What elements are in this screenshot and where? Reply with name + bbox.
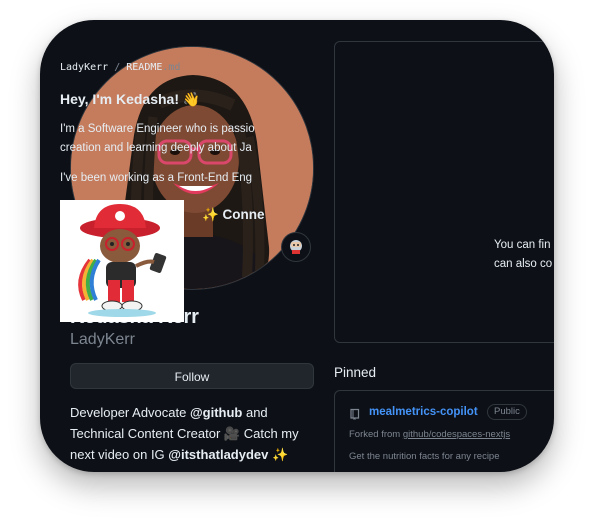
octocat-character-image — [60, 200, 184, 322]
connect-text-1: You can fin — [494, 239, 551, 251]
repo-name-link[interactable]: mealmetrics-copilot — [369, 406, 478, 418]
octocat-illustration — [60, 200, 184, 322]
forked-prefix: Forked from — [349, 429, 403, 440]
bio-line-1: Developer Advocate @github and — [70, 402, 320, 423]
repo-icon — [350, 408, 360, 420]
bio-text: next video on IG — [70, 447, 169, 462]
readme-panel — [334, 41, 554, 343]
readme-paragraph-2: I've been working as a Front-End Eng — [60, 172, 253, 184]
profile-bio: Developer Advocate @github and Technical… — [70, 402, 320, 465]
follow-button[interactable]: Follow — [70, 363, 314, 389]
camera-emoji-icon: 🎥 — [223, 426, 241, 441]
octocat-status-icon — [290, 240, 302, 254]
profile-card: Kedasha Kerr LadyKerr Follow Developer A… — [40, 20, 554, 472]
visibility-badge: Public — [487, 404, 527, 420]
pinned-repo-card: mealmetrics-copilot Public Forked from g… — [334, 390, 554, 472]
bio-line-2: Technical Content Creator 🎥 Catch my — [70, 423, 320, 444]
bio-text: and — [242, 405, 268, 420]
path-separator: / — [114, 62, 121, 73]
readme-file-link[interactable]: README — [126, 62, 162, 73]
forked-from: Forked from github/codespaces-nextjs — [349, 429, 510, 440]
pinned-heading: Pinned — [334, 365, 377, 380]
connect-heading: ✨ Conne — [202, 207, 265, 222]
forked-repo-link[interactable]: github/codespaces-nextjs — [403, 429, 510, 440]
readme-heading: Hey, I'm Kedasha! 👋 — [60, 91, 201, 107]
readme-file-ext: .md — [162, 62, 181, 73]
bio-text: Technical Content Creator — [70, 426, 224, 441]
instagram-mention[interactable]: @itsthatladydev — [168, 447, 268, 462]
connect-text-2: can also co — [494, 258, 553, 270]
bio-text: Developer Advocate — [70, 405, 190, 420]
readme-paragraph-1a: I'm a Software Engineer who is passio — [60, 123, 255, 135]
github-org-mention[interactable]: @github — [190, 405, 242, 420]
repo-description: Get the nutrition facts for any recipe — [349, 451, 500, 462]
profile-login: LadyKerr — [70, 331, 135, 348]
status-emoji-button[interactable] — [281, 232, 311, 262]
readme-paragraph-1b: creation and learning deeply about Ja — [60, 142, 252, 154]
bio-text: Catch my — [240, 426, 299, 441]
bio-line-3: next video on IG @itsthatladydev ✨ — [70, 444, 320, 465]
readme-owner-link[interactable]: LadyKerr — [60, 62, 108, 73]
readme-path: LadyKerr / README.md — [60, 62, 180, 73]
sparkles-emoji: ✨ — [268, 447, 289, 462]
